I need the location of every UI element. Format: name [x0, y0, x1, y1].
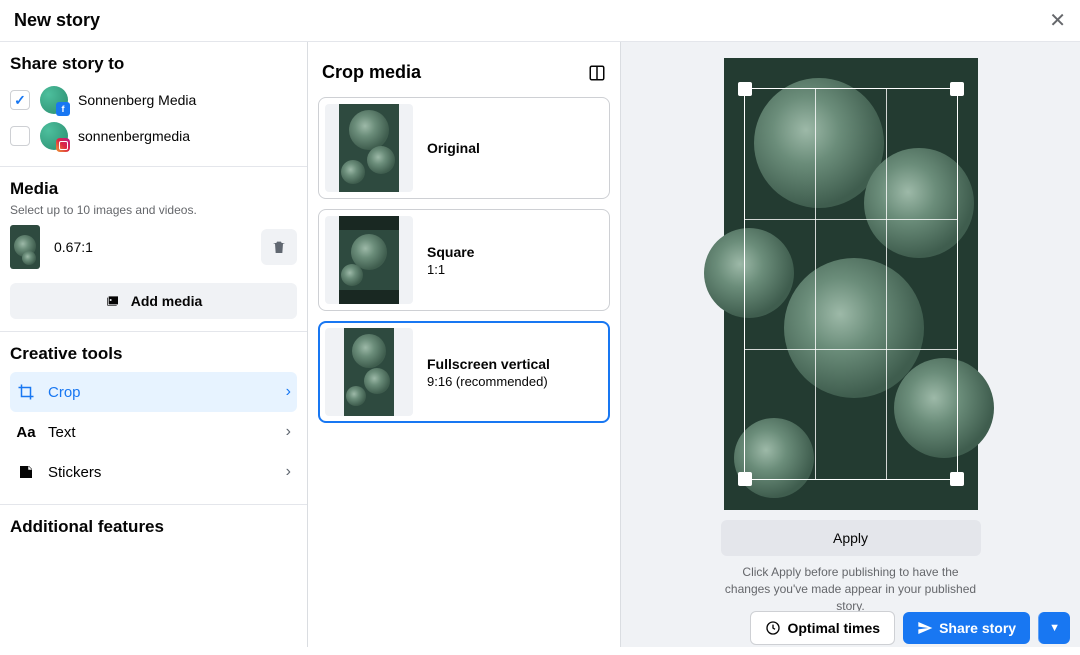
tools-title: Creative tools — [10, 344, 297, 364]
grid-line — [745, 349, 957, 350]
page-title: New story — [14, 10, 100, 31]
send-icon — [917, 620, 933, 636]
crop-option-ratio: 9:16 (recommended) — [427, 374, 550, 389]
footer-actions: Optimal times Share story ▼ — [750, 611, 1070, 645]
grid-line — [886, 89, 887, 479]
media-ratio: 0.67:1 — [54, 239, 93, 255]
share-section: Share story to f Sonnenberg Media sonnen… — [0, 42, 307, 167]
text-icon: Aa — [16, 422, 36, 442]
crop-handle[interactable] — [738, 82, 752, 96]
account-name: Sonnenberg Media — [78, 92, 196, 108]
creative-tools-section: Creative tools Crop › Aa Text › Stickers… — [0, 332, 307, 505]
media-subtitle: Select up to 10 images and videos. — [10, 203, 297, 217]
crop-option-square[interactable]: Square 1:1 — [318, 209, 610, 311]
close-button[interactable]: ✕ — [1049, 8, 1066, 33]
share-story-button[interactable]: Share story — [903, 612, 1030, 644]
add-media-label: Add media — [131, 293, 203, 309]
account-name: sonnenbergmedia — [78, 128, 190, 144]
preview-panel: Apply Click Apply before publishing to h… — [621, 42, 1080, 647]
crop-thumb — [325, 328, 413, 416]
media-thumbnail[interactable] — [10, 225, 40, 269]
delete-media-button[interactable] — [261, 229, 297, 265]
share-story-dropdown[interactable]: ▼ — [1038, 612, 1070, 644]
crop-option-name: Square — [427, 244, 474, 260]
additional-title: Additional features — [10, 517, 297, 537]
chevron-right-icon: › — [286, 423, 291, 441]
story-preview[interactable] — [724, 58, 978, 510]
crop-handle[interactable] — [738, 472, 752, 486]
crop-icon — [16, 382, 36, 402]
share-story-label: Share story — [939, 620, 1016, 636]
media-title: Media — [10, 179, 297, 199]
tool-crop[interactable]: Crop › — [10, 372, 297, 412]
tool-stickers[interactable]: Stickers › — [10, 452, 297, 492]
crop-option-name: Original — [427, 140, 480, 156]
tool-text[interactable]: Aa Text › — [10, 412, 297, 452]
crop-title: Crop media — [322, 62, 421, 83]
crop-option-name: Fullscreen vertical — [427, 356, 550, 372]
chevron-right-icon: › — [286, 463, 291, 481]
grid-line — [745, 219, 957, 220]
crop-box[interactable] — [744, 88, 958, 480]
apply-button[interactable]: Apply — [721, 520, 981, 556]
crop-option-fullscreen-vertical[interactable]: Fullscreen vertical 9:16 (recommended) — [318, 321, 610, 423]
tool-label: Text — [48, 424, 274, 441]
account-row[interactable]: sonnenbergmedia — [10, 118, 297, 154]
media-section: Media Select up to 10 images and videos.… — [0, 167, 307, 332]
crop-option-ratio: 1:1 — [427, 262, 474, 277]
trash-icon — [271, 239, 287, 255]
optimal-times-button[interactable]: Optimal times — [750, 611, 895, 645]
aspect-icon[interactable] — [588, 64, 606, 82]
tool-label: Stickers — [48, 464, 274, 481]
left-sidebar: Share story to f Sonnenberg Media sonnen… — [0, 42, 308, 647]
share-title: Share story to — [10, 54, 297, 74]
close-icon: ✕ — [1049, 10, 1066, 32]
account-checkbox[interactable] — [10, 90, 30, 110]
apply-hint: Click Apply before publishing to have th… — [721, 564, 981, 614]
sticker-icon — [16, 462, 36, 482]
avatar: f — [40, 86, 68, 114]
account-row[interactable]: f Sonnenberg Media — [10, 82, 297, 118]
clock-icon — [765, 620, 781, 636]
image-icon — [105, 293, 123, 309]
chevron-down-icon: ▼ — [1049, 622, 1060, 634]
grid-line — [815, 89, 816, 479]
account-checkbox[interactable] — [10, 126, 30, 146]
chevron-right-icon: › — [286, 383, 291, 401]
add-media-button[interactable]: Add media — [10, 283, 297, 319]
avatar — [40, 122, 68, 150]
crop-thumb — [325, 216, 413, 304]
additional-features-section: Additional features — [0, 505, 307, 557]
crop-handle[interactable] — [950, 82, 964, 96]
crop-panel: Crop media Original — [308, 42, 621, 647]
optimal-times-label: Optimal times — [787, 620, 880, 636]
tool-label: Crop — [48, 384, 274, 401]
instagram-badge-icon — [56, 138, 70, 152]
media-item[interactable]: 0.67:1 — [10, 225, 297, 269]
facebook-badge-icon: f — [56, 102, 70, 116]
crop-handle[interactable] — [950, 472, 964, 486]
crop-thumb — [325, 104, 413, 192]
crop-option-original[interactable]: Original — [318, 97, 610, 199]
